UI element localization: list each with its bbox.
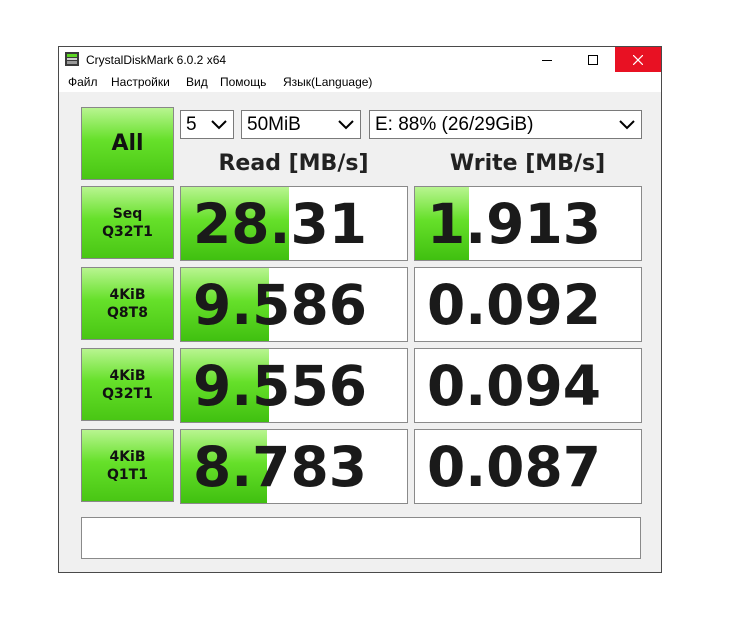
maximize-button[interactable] — [570, 47, 616, 72]
test-count-select[interactable]: 5 — [180, 110, 234, 139]
read-value: 9.556 — [193, 354, 367, 418]
menu-bar: Файл Настройки Вид Помощь Язык(Language) — [59, 72, 661, 92]
test-label: 4KiB Q8T8 — [107, 286, 148, 321]
test-label: 4KiB Q1T1 — [107, 448, 148, 483]
chevron-down-icon — [211, 120, 227, 130]
write-value: 0.094 — [427, 354, 601, 418]
drive-value: E: 88% (26/29GiB) — [375, 114, 534, 135]
close-icon — [633, 54, 643, 65]
test-button-4kib-q1t1[interactable]: 4KiB Q1T1 — [81, 429, 174, 502]
menu-view[interactable]: Вид — [186, 75, 208, 89]
window-title: CrystalDiskMark 6.0.2 x64 — [86, 53, 227, 67]
chevron-down-icon — [338, 120, 354, 130]
write-result-4kib-q8t8: 0.092 — [414, 267, 642, 342]
comment-field[interactable] — [81, 517, 641, 559]
test-button-4kib-q32t1[interactable]: 4KiB Q32T1 — [81, 348, 174, 421]
chevron-down-icon — [619, 120, 635, 130]
close-button[interactable] — [615, 47, 661, 72]
test-size-select[interactable]: 50MiB — [241, 110, 361, 139]
read-header: Read [MB/s] — [218, 151, 369, 176]
test-button-seq-q32t1[interactable]: Seq Q32T1 — [81, 186, 174, 259]
minimize-icon — [542, 59, 552, 61]
write-result-seq-q32t1: 1.913 — [414, 186, 642, 261]
read-value: 8.783 — [193, 435, 367, 499]
read-value: 9.586 — [193, 273, 367, 337]
all-button-label: All — [111, 131, 144, 156]
menu-file[interactable]: Файл — [68, 75, 98, 89]
drive-select[interactable]: E: 88% (26/29GiB) — [369, 110, 642, 139]
minimize-button[interactable] — [524, 47, 570, 72]
write-value: 0.087 — [427, 435, 601, 499]
test-label: 4KiB Q32T1 — [102, 367, 153, 402]
all-button[interactable]: All — [81, 107, 174, 180]
app-icon — [65, 52, 79, 66]
menu-language[interactable]: Язык(Language) — [283, 75, 372, 89]
test-size-value: 50MiB — [247, 114, 301, 135]
read-value: 28.31 — [193, 192, 367, 256]
write-value: 0.092 — [427, 273, 601, 337]
test-count-value: 5 — [186, 114, 197, 135]
test-button-4kib-q8t8[interactable]: 4KiB Q8T8 — [81, 267, 174, 340]
read-result-4kib-q32t1: 9.556 — [180, 348, 408, 423]
write-header: Write [MB/s] — [449, 151, 606, 176]
title-bar[interactable]: CrystalDiskMark 6.0.2 x64 — [59, 47, 661, 72]
test-label: Seq Q32T1 — [102, 205, 153, 240]
menu-help[interactable]: Помощь — [220, 75, 266, 89]
read-result-4kib-q1t1: 8.783 — [180, 429, 408, 504]
menu-settings[interactable]: Настройки — [111, 75, 170, 89]
write-value: 1.913 — [427, 192, 601, 256]
read-result-4kib-q8t8: 9.586 — [180, 267, 408, 342]
read-result-seq-q32t1: 28.31 — [180, 186, 408, 261]
write-result-4kib-q32t1: 0.094 — [414, 348, 642, 423]
maximize-icon — [588, 54, 598, 65]
write-result-4kib-q1t1: 0.087 — [414, 429, 642, 504]
app-window: CrystalDiskMark 6.0.2 x64 Файл Настройки… — [58, 46, 662, 573]
